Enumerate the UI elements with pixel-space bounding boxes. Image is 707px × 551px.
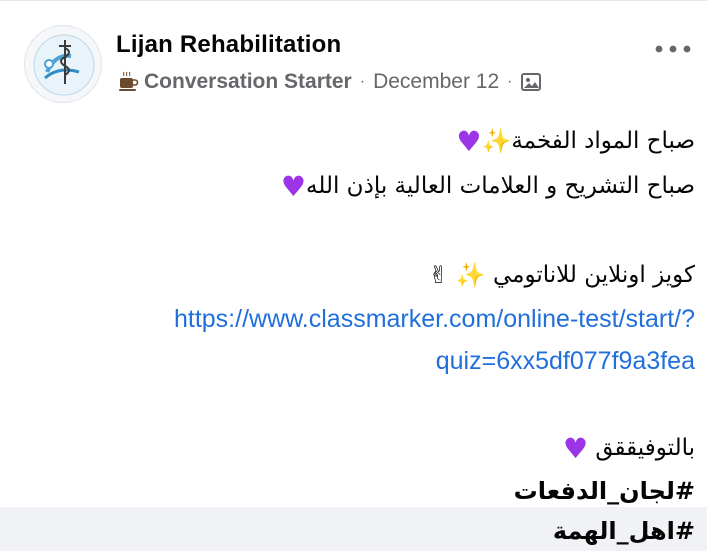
- quiz-intro-text: كويز اونلاين للاناتومي: [493, 262, 695, 288]
- purple-heart-emoji: ♥: [456, 125, 482, 158]
- post-meta: Conversation Starter · December 12 ·: [116, 67, 542, 97]
- page-name[interactable]: Lijan Rehabilitation: [116, 31, 341, 59]
- post-line-4: بالتوفيققق ♥: [55, 426, 695, 471]
- post-card: Lijan Rehabilitation Conversation Starte…: [0, 0, 707, 545]
- post-line-1: صباح المواد الفخمة✨♥: [55, 119, 695, 164]
- post-line-2: صباح التشريح و العلامات العالية بإذن الل…: [55, 164, 695, 209]
- post-text: صباح المواد الفخمة✨♥ صباح التشريح و العل…: [55, 119, 695, 551]
- coffee-cup-icon: [116, 70, 140, 94]
- meta-separator: ·: [359, 73, 366, 90]
- quiz-link-part-1: https://www.classmarker.com/online-test/…: [173, 305, 695, 333]
- photo-album-icon[interactable]: [520, 71, 542, 93]
- post-date[interactable]: December 12: [373, 70, 499, 94]
- purple-heart-emoji: ♥: [562, 432, 589, 465]
- good-luck-text: بالتوفيققق: [595, 435, 695, 461]
- more-options-button[interactable]: [651, 39, 695, 59]
- purple-heart-emoji: ♥: [280, 170, 307, 203]
- sparkles-emoji: ✨: [481, 127, 512, 155]
- hashtag-link-1[interactable]: #لجان_الدفعات: [55, 471, 695, 511]
- greeting-text-1: صباح المواد الفخمة: [511, 128, 695, 154]
- quiz-link[interactable]: https://www.classmarker.com/online-test/…: [55, 298, 695, 382]
- page-avatar[interactable]: [24, 25, 102, 103]
- sparkles-emoji: ✨: [455, 261, 486, 289]
- greeting-text-2: صباح التشريح و العلامات العالية بإذن الل…: [306, 173, 695, 199]
- hashtag-link-2[interactable]: #اهل_الهمة: [55, 511, 695, 551]
- quiz-link-part-2: quiz=6xx5df077f9a3fea: [435, 347, 695, 375]
- more-horizontal-icon: [655, 45, 691, 53]
- page-logo-icon: [33, 34, 95, 96]
- post-line-3: كويز اونلاين للاناتومي ✨ ✌: [55, 253, 695, 298]
- conversation-starter-badge[interactable]: Conversation Starter: [144, 70, 352, 94]
- victory-hand-emoji: ✌: [428, 261, 449, 289]
- meta-separator: ·: [507, 73, 513, 90]
